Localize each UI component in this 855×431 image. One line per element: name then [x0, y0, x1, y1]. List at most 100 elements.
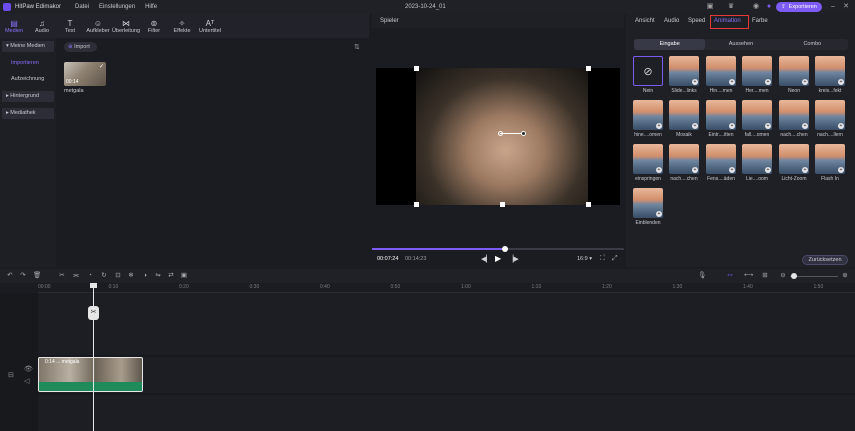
add-icon[interactable]: + [692, 123, 698, 129]
scissors-icon[interactable]: ✂ [88, 306, 99, 320]
screenshot-icon[interactable]: ▣ [180, 272, 188, 280]
segment-combo[interactable]: Combo [777, 39, 848, 50]
tool-text[interactable]: T Text [56, 14, 84, 38]
zoom-slider[interactable] [790, 276, 838, 277]
playback-progress[interactable] [372, 246, 624, 252]
animation-item[interactable]: + nach....chen [779, 100, 809, 138]
segment-appearance[interactable]: Aussehen [705, 39, 776, 50]
crown-icon[interactable]: ♛ [727, 3, 735, 11]
eye-icon[interactable]: 👁 [24, 365, 33, 373]
marker-icon[interactable]: ⊞ [761, 272, 769, 280]
add-icon[interactable]: + [765, 79, 771, 85]
split-audio-icon[interactable]: ⫘ [72, 272, 80, 280]
animation-item[interactable]: + Einblenden [633, 188, 663, 226]
sidebar-item-background[interactable]: ▸ Hintergrund [2, 91, 54, 102]
split-icon[interactable]: ✂ [58, 272, 66, 280]
next-frame-icon[interactable]: ▕▶ [508, 255, 519, 263]
timeline-video-clip[interactable]: 0:14 ... metgala [38, 357, 143, 392]
microphone-icon[interactable]: 🎙 [698, 272, 706, 280]
minimize-icon[interactable]: – [829, 3, 837, 11]
playhead-top[interactable] [90, 283, 97, 288]
add-icon[interactable]: + [692, 79, 698, 85]
tool-subtitle[interactable]: Aᵀ Untertitel [196, 14, 224, 38]
anchor-point[interactable] [498, 131, 503, 136]
aspect-ratio[interactable]: 16:9 ▾ [577, 256, 592, 262]
anchor-point[interactable] [521, 131, 526, 136]
tab-animation[interactable]: Animation [714, 18, 741, 24]
animation-item[interactable]: + Licht-Zoom [779, 144, 809, 182]
animation-item[interactable]: + hine....omen [633, 100, 663, 138]
animation-item[interactable]: + kreis...fekt [815, 56, 845, 94]
crop-icon[interactable]: ⊡ [114, 272, 122, 280]
tab-speed[interactable]: Speed [688, 18, 705, 24]
mute-icon[interactable]: ◁ [24, 377, 29, 385]
rotate-icon[interactable]: ↻ [100, 272, 108, 280]
resize-handle[interactable] [414, 66, 419, 71]
animation-item[interactable]: + fall....omen [742, 100, 772, 138]
animation-item[interactable]: + Eintr....itten [706, 100, 736, 138]
export-button[interactable]: ⇪ Exportieren [776, 2, 822, 12]
add-icon[interactable]: + [692, 167, 698, 173]
overlay-lane[interactable] [38, 293, 855, 355]
add-icon[interactable]: + [656, 167, 662, 173]
video-preview[interactable] [376, 66, 620, 207]
add-icon[interactable]: + [838, 167, 844, 173]
resize-handle[interactable] [500, 202, 505, 207]
freeze-icon[interactable]: ❄ [127, 272, 135, 280]
reset-button[interactable]: Zurücksetzen [802, 255, 848, 265]
fit-icon[interactable]: ⟷ [744, 272, 753, 280]
animation-item[interactable]: + nach....llern [815, 100, 845, 138]
reverse-icon[interactable]: ⇄ [167, 272, 175, 280]
add-icon[interactable]: + [765, 167, 771, 173]
tool-sticker[interactable]: ☺ Aufkleber [84, 14, 112, 38]
timeline-ruler[interactable]: 00:00 0:10 0:20 0:30 0:40 0:50 1:00 1:10 1:20 1:3… [38, 283, 855, 293]
zoom-in-icon[interactable]: ⊕ [841, 272, 849, 280]
menu-help[interactable]: Hilfe [145, 4, 157, 10]
animation-item[interactable]: ⊘ Nein [633, 56, 663, 94]
add-icon[interactable]: + [729, 167, 735, 173]
close-icon[interactable]: ✕ [842, 3, 850, 11]
mirror-icon[interactable]: ⇋ [154, 272, 162, 280]
tab-color[interactable]: Farbe [752, 18, 768, 24]
video-frame[interactable] [416, 68, 588, 205]
import-button[interactable]: ⊕ Import [64, 42, 97, 52]
animation-item[interactable]: + Flash In [815, 144, 845, 182]
video-lane[interactable] [38, 357, 855, 393]
tool-media[interactable]: ▤ Medien [0, 14, 28, 38]
add-icon[interactable]: + [729, 79, 735, 85]
media-clip-thumbnail[interactable]: 00:14 ✓ [64, 62, 106, 86]
zoom-knob[interactable] [791, 273, 797, 279]
tool-effects[interactable]: ✧ Effekte [168, 14, 196, 38]
animation-item[interactable]: + Fens....äden [706, 144, 736, 182]
sidebar-item-library[interactable]: ▸ Mediathek [2, 108, 54, 119]
mask-icon[interactable]: ◑ [141, 272, 149, 280]
sort-icon[interactable]: ⇅ [354, 43, 360, 51]
add-icon[interactable]: + [802, 167, 808, 173]
tab-view[interactable]: Ansicht [635, 18, 655, 24]
fullscreen-icon[interactable]: ⤢ [612, 255, 618, 263]
animation-item[interactable]: + Lie....oom [742, 144, 772, 182]
animation-item[interactable]: + nach....chen [669, 144, 699, 182]
resize-handle[interactable] [586, 202, 591, 207]
notification-icon[interactable]: ● [765, 3, 773, 11]
resize-handle[interactable] [586, 66, 591, 71]
tab-audio[interactable]: Audio [664, 18, 679, 24]
speed-icon[interactable]: ◔ [86, 272, 94, 280]
zoom-out-icon[interactable]: ⊖ [779, 272, 787, 280]
sidebar-item-import[interactable]: Importieren [2, 58, 54, 69]
account-icon[interactable]: ◉ [752, 3, 760, 11]
add-icon[interactable]: + [802, 123, 808, 129]
lock-icon[interactable]: ⊟ [8, 371, 14, 379]
playhead[interactable]: ✂ [88, 283, 99, 431]
play-icon[interactable]: ▶ [495, 254, 501, 263]
animation-item[interactable]: + Hin....men [706, 56, 736, 94]
animation-item[interactable]: + einspringen [633, 144, 663, 182]
add-icon[interactable]: + [802, 79, 808, 85]
delete-icon[interactable]: 🗑 [33, 272, 41, 280]
snap-icon[interactable]: ⇿ [726, 272, 734, 280]
add-icon[interactable]: + [838, 79, 844, 85]
tool-filter[interactable]: ⊚ Filter [140, 14, 168, 38]
audio-lane[interactable] [38, 395, 855, 431]
add-icon[interactable]: + [656, 123, 662, 129]
segment-input[interactable]: Eingabe [634, 39, 706, 50]
